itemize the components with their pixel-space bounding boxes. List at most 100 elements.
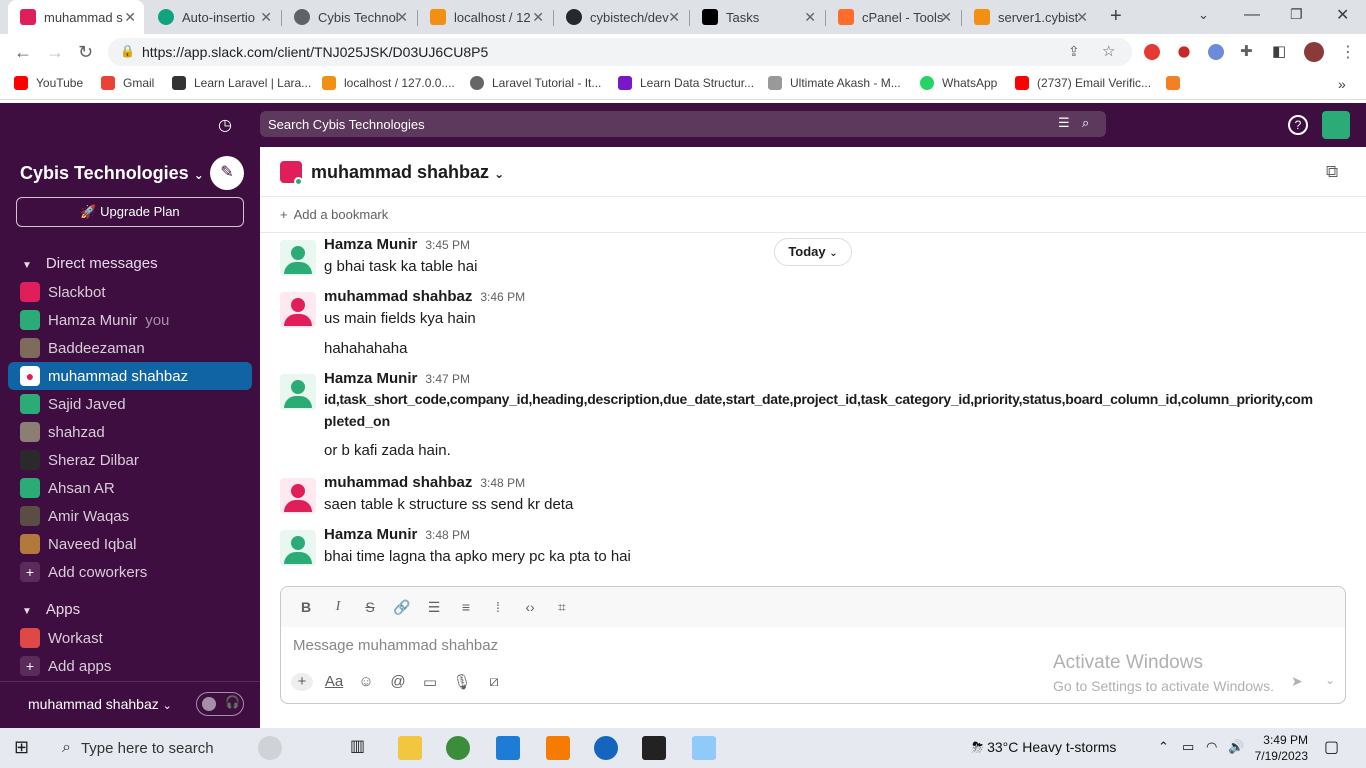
bookmark-stackoverflow[interactable] — [1166, 76, 1188, 90]
taskbar-clock[interactable]: 3:49 PM 7/19/2023 — [1254, 732, 1308, 764]
tab-5[interactable]: Tasks ✕ — [690, 0, 824, 34]
link-icon[interactable]: 🔗 — [391, 599, 413, 616]
avatar[interactable] — [280, 478, 316, 514]
bookmark-data-structures[interactable]: Learn Data Structur... — [618, 76, 754, 90]
dm-item-sheraz-dilbar[interactable]: Sheraz Dilbar — [8, 446, 252, 474]
back-icon[interactable]: ← — [14, 42, 32, 63]
italic-icon[interactable]: I — [327, 599, 349, 615]
dm-item-muhammad-shahbaz[interactable]: ● muhammad shahbaz — [8, 362, 252, 390]
upgrade-plan-button[interactable]: 🚀 Upgrade Plan — [16, 197, 244, 227]
omnibox[interactable]: 🔒 https://app.slack.com/client/TNJ025JSK… — [108, 38, 1132, 66]
dm-item-sajid-javed[interactable]: Sajid Javed — [8, 390, 252, 418]
tab-7[interactable]: server1.cybist ✕ — [962, 0, 1096, 34]
message-input[interactable]: Message muhammad shahbaz — [293, 637, 498, 654]
close-icon[interactable]: ✕ — [532, 9, 544, 26]
wifi-icon[interactable]: ◠ — [1206, 739, 1217, 755]
avatar[interactable] — [280, 374, 316, 410]
close-icon[interactable]: ✕ — [804, 9, 816, 26]
dm-item-naveed-iqbal[interactable]: Naveed Iqbal — [8, 530, 252, 558]
history-icon[interactable]: ◷ — [218, 115, 232, 135]
bookmark-localhost[interactable]: localhost / 127.0.0.... — [322, 76, 455, 90]
message-author[interactable]: muhammad shahbaz 3:46 PM — [324, 288, 525, 305]
xampp-icon[interactable] — [546, 736, 570, 760]
message-author[interactable]: Hamza Munir 3:45 PM — [324, 236, 470, 253]
message-author[interactable]: muhammad shahbaz 3:48 PM — [324, 474, 525, 491]
vscode-icon[interactable] — [496, 736, 520, 760]
message-time[interactable]: 3:48 PM — [480, 476, 525, 490]
more-bookmarks-icon[interactable]: » — [1338, 76, 1346, 92]
bookmark-whatsapp[interactable]: WhatsApp — [920, 76, 997, 90]
code-icon[interactable]: ‹› — [519, 599, 541, 615]
dm-item-amir-waqas[interactable]: Amir Waqas — [8, 502, 252, 530]
help-icon[interactable]: ? — [1288, 115, 1308, 135]
message-time[interactable]: 3:47 PM — [425, 372, 470, 386]
bookmark-youtube[interactable]: YouTube — [14, 76, 83, 90]
profile-avatar[interactable] — [1304, 42, 1324, 62]
format-text-icon[interactable]: Aa — [323, 673, 345, 691]
dm-item-slackbot[interactable]: Slackbot — [8, 278, 252, 306]
notifications-icon[interactable]: ▢ — [1324, 737, 1339, 757]
channel-name[interactable]: muhammad shahbaz ⌄ — [311, 162, 504, 183]
avatar[interactable] — [280, 530, 316, 566]
menu-icon[interactable]: ⋮ — [1340, 42, 1356, 62]
tab-3[interactable]: localhost / 12 ✕ — [418, 0, 552, 34]
dm-item-shahzad[interactable]: shahzad — [8, 418, 252, 446]
bookmark-gmail[interactable]: Gmail — [101, 76, 154, 90]
reload-icon[interactable]: ↻ — [78, 42, 93, 63]
workspace-name[interactable]: Cybis Technologies ⌄ — [20, 163, 204, 184]
add-coworkers-button[interactable]: + Add coworkers — [8, 558, 252, 586]
task-view-icon[interactable]: ▥ — [350, 736, 374, 760]
huddle-toggle[interactable]: 🎧 — [196, 692, 244, 716]
volume-icon[interactable]: 🔊 — [1228, 739, 1244, 755]
app-item-workast[interactable]: Workast — [8, 624, 252, 652]
message-time[interactable]: 3:45 PM — [425, 238, 470, 252]
weather-status[interactable]: ⛈ 33°C Heavy t-storms — [972, 739, 1116, 756]
new-tab-icon[interactable]: + — [1110, 5, 1122, 28]
emoji-icon[interactable]: ☺ — [355, 673, 377, 691]
extension-blue-icon[interactable] — [1208, 44, 1224, 60]
bold-icon[interactable]: B — [295, 599, 317, 615]
terminal-icon[interactable] — [642, 736, 666, 760]
search-input[interactable]: Search Cybis Technologies ☰ ⌕ — [260, 111, 1106, 137]
close-icon[interactable]: ✕ — [396, 9, 408, 26]
add-apps-button[interactable]: + Add apps — [8, 652, 252, 680]
user-avatar[interactable] — [1322, 111, 1350, 139]
side-panel-icon[interactable]: ◧ — [1272, 42, 1286, 60]
shortcuts-icon[interactable]: ⧄ — [483, 673, 505, 691]
message-author[interactable]: Hamza Munir 3:47 PM — [324, 370, 470, 387]
canvas-icon[interactable]: ⧉ — [1326, 162, 1338, 182]
plus-icon[interactable]: + — [291, 673, 313, 691]
video-icon[interactable]: ▭ — [419, 673, 441, 691]
search-icon[interactable]: ⌕ — [1082, 115, 1089, 131]
message-author[interactable]: Hamza Munir 3:48 PM — [324, 526, 470, 543]
close-icon[interactable]: ✕ — [260, 9, 272, 26]
windows-start-icon[interactable]: ⊞ — [14, 737, 29, 758]
bulleted-list-icon[interactable]: ≡ — [455, 599, 477, 615]
tray-chevron-icon[interactable]: ⌃ — [1158, 739, 1169, 755]
taskbar-search[interactable]: ⌕ Type here to search — [48, 728, 248, 768]
message-time[interactable]: 3:46 PM — [480, 290, 525, 304]
ordered-list-icon[interactable]: ☰ — [423, 599, 445, 616]
chevron-down-icon[interactable]: ⌄ — [1325, 673, 1335, 687]
tab-0[interactable]: muhammad s ✕ — [8, 0, 144, 34]
file-explorer-icon[interactable] — [398, 736, 422, 760]
bookmark-laravel[interactable]: Learn Laravel | Lara... — [172, 76, 311, 90]
share-icon[interactable]: ⇪ — [1068, 43, 1080, 60]
close-icon[interactable]: ✕ — [1076, 9, 1088, 26]
restore-icon[interactable]: ❐ — [1290, 6, 1303, 23]
tab-4[interactable]: cybistech/dev ✕ — [554, 0, 688, 34]
extensions-icon[interactable]: ✚ — [1240, 42, 1253, 60]
message-time[interactable]: 3:48 PM — [425, 528, 470, 542]
app-icon[interactable] — [692, 736, 716, 760]
apps-header[interactable]: ▼ Apps — [22, 601, 80, 618]
record-icon[interactable] — [1178, 46, 1190, 58]
close-icon[interactable]: ✕ — [124, 9, 136, 26]
close-icon[interactable]: ✕ — [668, 9, 680, 26]
add-bookmark-button[interactable]: + Add a bookmark — [280, 207, 388, 222]
chrome-icon[interactable] — [446, 736, 470, 760]
tab-6[interactable]: cPanel - Tools ✕ — [826, 0, 960, 34]
forward-icon[interactable]: → — [46, 42, 64, 63]
dm-item-hamza-munir[interactable]: Hamza Munir you — [8, 306, 252, 334]
avatar[interactable] — [280, 292, 316, 328]
filter-icon[interactable]: ☰ — [1058, 115, 1070, 131]
